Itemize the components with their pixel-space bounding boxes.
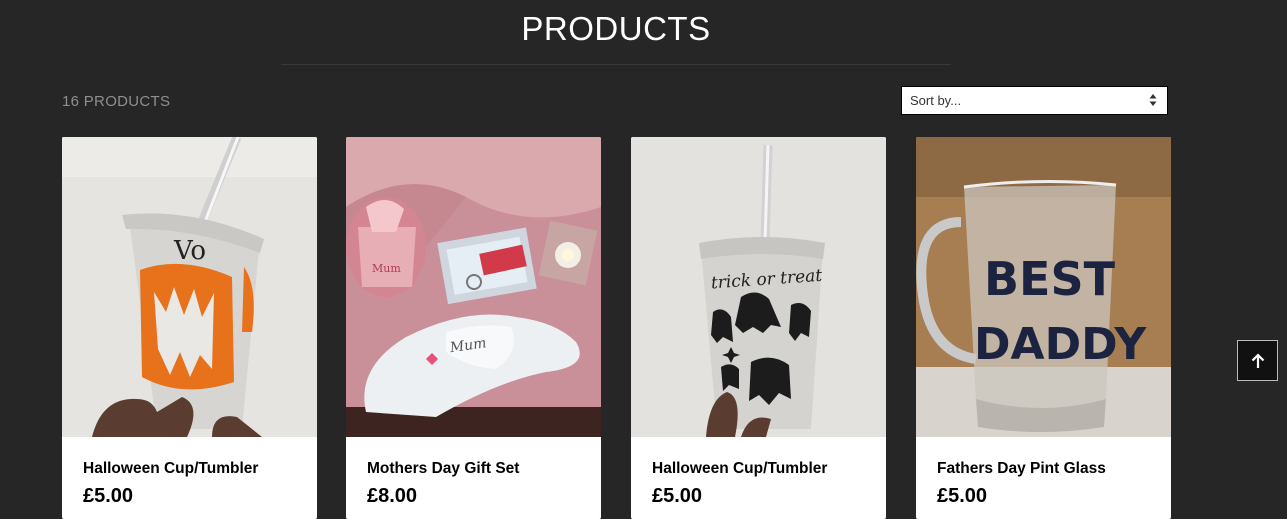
updown-icon xyxy=(1149,94,1157,106)
product-card[interactable]: BEST DADDY Fathers Day Pint Glass £5.00 xyxy=(916,137,1171,519)
back-to-top-button[interactable] xyxy=(1237,340,1278,381)
glass-text-best: BEST xyxy=(984,252,1116,306)
product-image[interactable]: BEST DADDY xyxy=(916,137,1171,437)
sort-select[interactable]: Sort by... xyxy=(901,86,1168,115)
cup-text: Vo xyxy=(173,236,206,266)
product-price: £5.00 xyxy=(652,485,703,507)
arrow-up-icon xyxy=(1251,352,1264,368)
product-card[interactable]: Vo Halloween Cup/Tumbler £5.00 xyxy=(62,137,317,519)
product-count: 16 PRODUCTS xyxy=(62,93,171,110)
title-divider xyxy=(281,64,951,65)
product-name[interactable]: Halloween Cup/Tumbler xyxy=(652,460,827,478)
product-image[interactable]: trick or treat xyxy=(631,137,886,437)
product-name[interactable]: Fathers Day Pint Glass xyxy=(937,460,1106,478)
product-name[interactable]: Mothers Day Gift Set xyxy=(367,460,519,478)
sort-select-value: Sort by... xyxy=(910,93,962,108)
product-image[interactable]: Mum Mum xyxy=(346,137,601,437)
product-name[interactable]: Halloween Cup/Tumbler xyxy=(83,460,258,478)
product-price: £8.00 xyxy=(367,485,418,507)
product-card[interactable]: trick or treat Halloween Cup/Tumbler £5.… xyxy=(631,137,886,519)
product-card[interactable]: Mum Mum Mothers Day Gift Set £8.00 xyxy=(346,137,601,519)
product-price: £5.00 xyxy=(83,485,134,507)
product-image[interactable]: Vo xyxy=(62,137,317,437)
mug-text: Mum xyxy=(372,262,401,275)
product-price: £5.00 xyxy=(937,485,988,507)
page-title: PRODUCTS xyxy=(521,10,711,47)
glass-text-daddy: DADDY xyxy=(974,319,1147,370)
